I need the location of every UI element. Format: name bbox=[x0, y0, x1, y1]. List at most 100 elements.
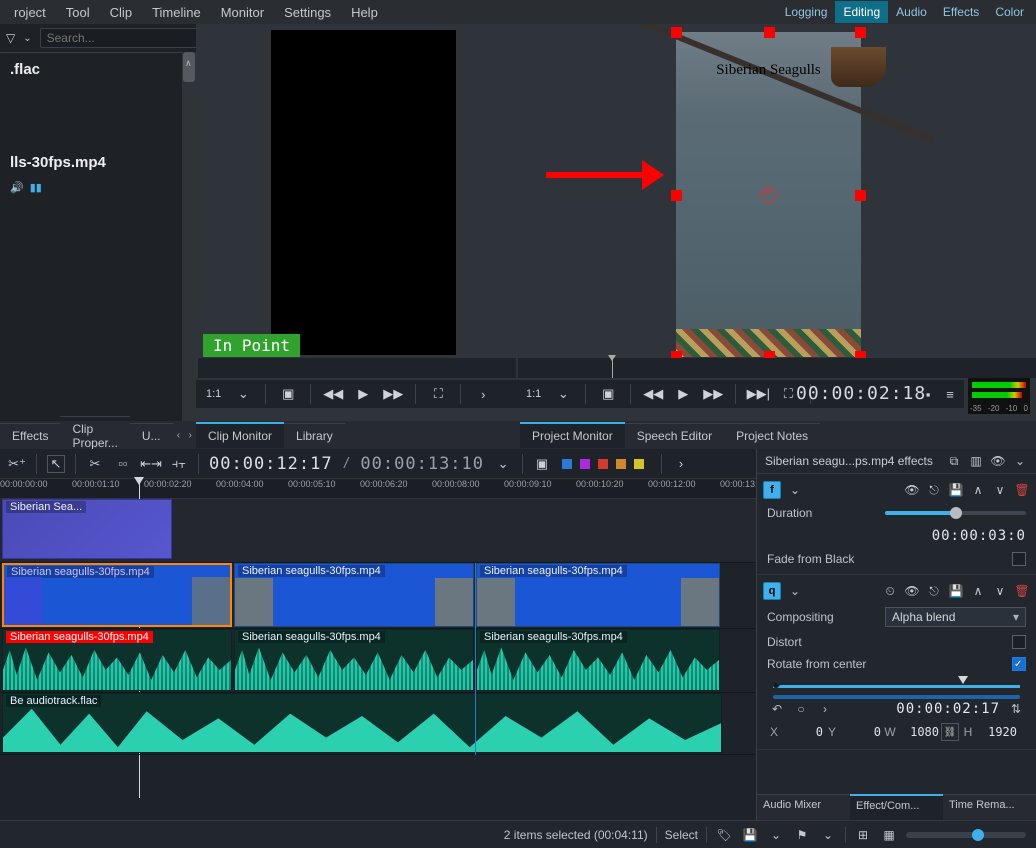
color-chip[interactable] bbox=[597, 458, 609, 470]
layout-tab-editing[interactable]: Editing bbox=[835, 1, 888, 23]
kf-timecode[interactable]: 00:00:02:17 bbox=[896, 701, 1000, 717]
layout-tab-color[interactable]: Color bbox=[987, 1, 1032, 23]
tab-speech-editor[interactable]: Speech Editor bbox=[625, 423, 724, 448]
menu-clip[interactable]: Clip bbox=[100, 2, 142, 23]
preset-icon[interactable]: ⎋ bbox=[926, 482, 942, 498]
tab-library[interactable]: Library bbox=[284, 423, 345, 448]
video-clip-selected[interactable]: Siberian seagulls-30fps.mp4 bbox=[2, 563, 232, 627]
more-right-icon[interactable]: › bbox=[672, 455, 690, 473]
kf-next-icon[interactable]: › bbox=[817, 701, 833, 717]
zoom-level[interactable]: 1:1 bbox=[206, 388, 221, 400]
w-field[interactable]: 1080 bbox=[899, 725, 939, 739]
play-icon[interactable]: ▶ bbox=[355, 386, 371, 402]
zone-in-icon[interactable]: ▣ bbox=[280, 386, 296, 402]
move-up-icon[interactable]: ∧ bbox=[970, 482, 986, 498]
menu-settings[interactable]: Settings bbox=[274, 2, 341, 23]
menu-help[interactable]: Help bbox=[341, 2, 388, 23]
color-chip[interactable] bbox=[561, 458, 573, 470]
select-tool-icon[interactable]: ↖ bbox=[47, 455, 65, 473]
color-chip[interactable] bbox=[615, 458, 627, 470]
ripple-icon[interactable]: ⫞⫟ bbox=[170, 455, 188, 473]
video-clip[interactable]: Siberian seagulls-30fps.mp4 bbox=[476, 563, 720, 627]
split-icon[interactable]: ▥ bbox=[968, 453, 984, 469]
cut-icon[interactable]: ✂ bbox=[86, 455, 104, 473]
crop-icon[interactable]: ⛶ bbox=[430, 386, 446, 402]
distort-checkbox[interactable] bbox=[1012, 635, 1026, 649]
chevron-right-icon[interactable]: › bbox=[475, 386, 491, 402]
tab-effects[interactable]: Effects bbox=[0, 423, 60, 448]
layout-tab-logging[interactable]: Logging bbox=[777, 1, 836, 23]
menu-timeline[interactable]: Timeline bbox=[142, 2, 211, 23]
delete-icon[interactable]: 🗑 bbox=[1014, 482, 1030, 498]
clip-monitor-preview[interactable] bbox=[271, 30, 456, 355]
move-down-icon[interactable]: ∨ bbox=[992, 583, 1008, 599]
audio-track[interactable]: Siberian seagulls-30fps.mp4 Siberian sea… bbox=[0, 629, 756, 693]
audio-clip[interactable]: Siberian seagulls-30fps.mp4 bbox=[476, 629, 720, 691]
compositing-select[interactable]: Alpha blend bbox=[885, 607, 1026, 627]
bin-item-flac[interactable]: .flac bbox=[0, 53, 196, 86]
tag-icon[interactable]: 🏷 bbox=[715, 826, 733, 844]
tab-clip-monitor[interactable]: Clip Monitor bbox=[196, 422, 284, 448]
tab-audio-mixer[interactable]: Audio Mixer bbox=[757, 794, 850, 820]
menu-project[interactable]: roject bbox=[4, 2, 56, 23]
filter-chevron-icon[interactable]: ⌄ bbox=[23, 33, 31, 44]
resize-handle-tl[interactable] bbox=[671, 27, 682, 38]
tab-time-remap[interactable]: Time Rema... bbox=[943, 794, 1036, 820]
music-track[interactable]: Be audiotrack.flac bbox=[0, 693, 756, 755]
layout-tab-audio[interactable]: Audio bbox=[888, 1, 935, 23]
tab-effect-comp[interactable]: Effect/Com... bbox=[850, 794, 943, 820]
music-clip[interactable]: Be audiotrack.flac bbox=[2, 693, 722, 753]
forward-icon[interactable]: ▶▶ bbox=[705, 386, 721, 402]
search-input[interactable] bbox=[40, 28, 209, 48]
resize-handle-tr[interactable] bbox=[855, 27, 866, 38]
save-disk-icon[interactable]: 💾 bbox=[741, 826, 759, 844]
rewind-icon[interactable]: ◀◀ bbox=[325, 386, 341, 402]
tab-project-notes[interactable]: Project Notes bbox=[724, 423, 820, 448]
rewind-icon[interactable]: ◀◀ bbox=[645, 386, 661, 402]
timeline-zoom-slider[interactable] bbox=[906, 832, 1026, 838]
kf-center-icon[interactable]: ○ bbox=[793, 701, 809, 717]
project-monitor-preview[interactable]: Siberian Seagulls bbox=[676, 32, 861, 357]
tab-undo[interactable]: U... bbox=[130, 423, 173, 448]
flag-icon[interactable]: ⚑ bbox=[793, 826, 811, 844]
chevron-down-icon[interactable]: ⌄ bbox=[787, 482, 803, 498]
fast-forward-icon[interactable]: ▶▶| bbox=[750, 386, 766, 402]
subtitle-icon[interactable]: ▦ bbox=[880, 826, 898, 844]
set-in-icon[interactable]: ▣ bbox=[600, 386, 616, 402]
audio-meter[interactable]: -35-20-100 bbox=[968, 378, 1030, 414]
timeline-ruler[interactable]: 00:00:00:00 00:00:01:10 00:00:02:20 00:0… bbox=[0, 479, 756, 499]
marker-icon[interactable]: ▪ bbox=[920, 386, 936, 402]
razor-icon[interactable]: ✂⁺ bbox=[8, 455, 26, 473]
resize-handle-t[interactable] bbox=[764, 27, 775, 38]
x-field[interactable]: 0 bbox=[783, 725, 823, 739]
proxy-icon[interactable]: ▣ bbox=[533, 455, 551, 473]
move-down-icon[interactable]: ∨ bbox=[992, 482, 1008, 498]
chevron-down-icon[interactable]: ⌄ bbox=[787, 583, 803, 599]
title-track[interactable]: Siberian Sea... bbox=[0, 499, 756, 563]
duration-slider[interactable] bbox=[885, 511, 1026, 515]
menu-monitor[interactable]: Monitor bbox=[211, 2, 274, 23]
link-wh-icon[interactable]: ⛓ bbox=[941, 723, 959, 741]
audio-clip-selected[interactable]: Siberian seagulls-30fps.mp4 bbox=[2, 629, 232, 691]
eye-icon[interactable]: 👁 bbox=[904, 482, 920, 498]
effect-header[interactable]: q ⌄ ⏲ 👁 ⎋ 💾 ∧ ∨ 🗑 bbox=[763, 579, 1030, 603]
crop-icon[interactable]: ⛶ bbox=[780, 386, 796, 402]
clip-monitor-ruler[interactable] bbox=[198, 358, 516, 378]
effect-header[interactable]: f ⌄ 👁 ⎋ 💾 ∧ ∨ 🗑 bbox=[763, 478, 1030, 502]
eye-icon[interactable]: 👁 bbox=[990, 453, 1006, 469]
save-icon[interactable]: 💾 bbox=[948, 482, 964, 498]
video-clip[interactable]: Siberian seagulls-30fps.mp4 bbox=[234, 563, 474, 627]
color-chip[interactable] bbox=[633, 458, 645, 470]
transform-center-icon[interactable] bbox=[761, 187, 777, 203]
copy-icon[interactable]: ⧉ bbox=[946, 453, 962, 469]
chevron-down-icon[interactable]: ⌄ bbox=[767, 826, 785, 844]
kf-spinner-icon[interactable]: ⇅ bbox=[1008, 701, 1024, 717]
timeline-pos-tc[interactable]: 00:00:12:17 bbox=[209, 454, 333, 474]
chevron-down-icon[interactable]: ⌄ bbox=[494, 455, 512, 473]
forward-icon[interactable]: ▶▶ bbox=[385, 386, 401, 402]
project-monitor-ruler[interactable] bbox=[518, 358, 1036, 378]
chevron-down-icon[interactable]: ⌄ bbox=[235, 386, 251, 402]
rotate-checkbox[interactable] bbox=[1012, 657, 1026, 671]
bin-item-mp4[interactable]: lls-30fps.mp4 bbox=[0, 146, 196, 179]
chevron-down-icon[interactable]: ⌄ bbox=[555, 386, 571, 402]
